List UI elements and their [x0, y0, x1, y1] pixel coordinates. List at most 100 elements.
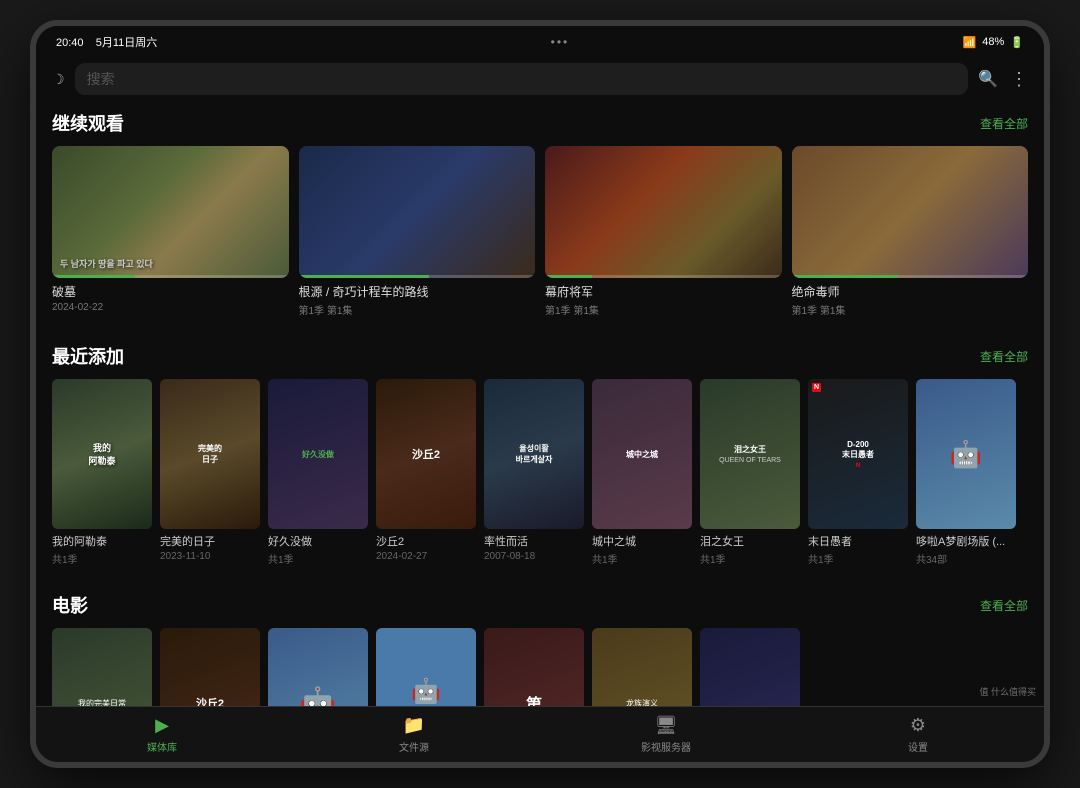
watermark: 值 什么值得买: [979, 685, 1036, 698]
recent-title-7: 泪之女王: [700, 533, 800, 549]
recent-item-7[interactable]: 泪之女王QUEEN OF TEARS 泪之女王 共1季: [700, 379, 800, 566]
recent-item-4[interactable]: 沙丘2 沙丘2 2024-02-27: [376, 379, 476, 566]
recent-title-3: 好久没做: [268, 533, 368, 549]
status-right: 📶 48% 🔋: [963, 36, 1024, 49]
tab-bar: ▶ 媒体库 📁 文件源 🖥 影视服务器 ⚙ 设置: [36, 706, 1044, 762]
recent-poster-5: 율성이활바르게살자: [484, 379, 584, 529]
recent-item-6[interactable]: 城中之城 城中之城 共1季: [592, 379, 692, 566]
doraemon-icon-standbyme: 🤖: [411, 677, 441, 706]
doraemon-icon-movie: 🤖: [299, 686, 336, 706]
recent-title-4: 沙丘2: [376, 533, 476, 549]
recent-sub-1: 共1季: [52, 551, 152, 566]
tab-media-label: 媒体库: [147, 739, 177, 754]
main-content: 继续观看 查看全部 ▶ 두 남자가 땅을 파고 있다: [36, 100, 1044, 706]
movie-poster-2: 沙丘2: [160, 628, 260, 706]
movie-poster-6: 龙族演义: [592, 628, 692, 706]
recent-item-2[interactable]: 完美的日子 完美的日子 2023-11-10: [160, 379, 260, 566]
tablet-frame: 20:40 5月11日周六 ••• 📶 48% 🔋 ☽ 搜索 🔍 ⋮: [30, 20, 1050, 768]
status-bar: 20:40 5月11日周六 ••• 📶 48% 🔋: [36, 26, 1044, 58]
continue-sub-1: 2024-02-22: [52, 302, 289, 313]
recent-sub-5: 2007-08-18: [484, 551, 584, 562]
movie-poster-5: 第: [484, 628, 584, 706]
recent-title-6: 城中之城: [592, 533, 692, 549]
movies-view-all[interactable]: 查看全部: [980, 597, 1028, 614]
movie-poster-3: 🤖: [268, 628, 368, 706]
recent-sub-6: 共1季: [592, 551, 692, 566]
continue-item-2[interactable]: ▶ 根源 / 奇巧计程车的路线 第1季 第1集: [299, 146, 536, 317]
progress-bar-2: [299, 275, 536, 278]
recent-sub-9: 共34部: [916, 551, 1016, 566]
search-bar: ☽ 搜索 🔍 ⋮: [36, 58, 1044, 100]
screen: 20:40 5月11日周六 ••• 📶 48% 🔋 ☽ 搜索 🔍 ⋮: [36, 26, 1044, 762]
recent-sub-2: 2023-11-10: [160, 551, 260, 562]
recent-item-8[interactable]: D-200末日愚者N N 末日愚者 共1季: [808, 379, 908, 566]
tab-settings[interactable]: ⚙ 设置: [878, 715, 958, 754]
recently-added-title: 最近添加: [52, 343, 124, 369]
continue-watching-view-all[interactable]: 查看全部: [980, 115, 1028, 132]
movies-header: 电影 查看全部: [52, 582, 1028, 618]
continue-title-3: 幕府将军: [545, 283, 782, 300]
movie-item-3[interactable]: 🤖 哆啦A梦: [268, 628, 368, 706]
search-icon[interactable]: 🔍: [978, 69, 998, 90]
continue-thumb-4: ▶: [792, 146, 1029, 278]
date-display: 5月11日周六: [96, 37, 158, 49]
wifi-icon: 📶: [963, 36, 977, 49]
movie-item-5[interactable]: 第 第: [484, 628, 584, 706]
continue-thumb-inner-1: ▶ 두 남자가 땅을 파고 있다: [52, 146, 289, 278]
search-input-container[interactable]: 搜索: [75, 63, 969, 95]
progress-fill-1: [52, 275, 135, 278]
netflix-badge-8: N: [812, 383, 821, 392]
recent-poster-6: 城中之城: [592, 379, 692, 529]
continue-item-1[interactable]: ▶ 두 남자가 땅을 파고 있다 破墓 2024-02-22: [52, 146, 289, 317]
recent-poster-8: D-200末日愚者N N: [808, 379, 908, 529]
tab-server[interactable]: 🖥 影视服务器: [626, 715, 706, 754]
tab-files-icon: 📁: [403, 715, 425, 736]
continue-watching-section: 继续观看 查看全部 ▶ 두 남자가 땅을 파고 있다: [52, 100, 1028, 317]
movies-section: 电影 查看全部 我的完美日常 我的完美日常: [52, 582, 1028, 706]
recent-item-1[interactable]: 我的阿勒泰 我的阿勒泰 共1季: [52, 379, 152, 566]
tab-files[interactable]: 📁 文件源: [374, 715, 454, 754]
continue-thumb-inner-4: ▶: [792, 146, 1029, 278]
movie-item-2[interactable]: 沙丘2 沙丘2: [160, 628, 260, 706]
battery-icon: 🔋: [1010, 36, 1024, 49]
recent-poster-9: 🤖: [916, 379, 1016, 529]
continue-item-1-label: 두 남자가 땅을 파고 있다: [60, 257, 281, 270]
status-center-dots: •••: [551, 35, 570, 49]
continue-title-4: 绝命毒师: [792, 283, 1029, 300]
continue-item-4[interactable]: ▶ 绝命毒师 第1季 第1集: [792, 146, 1029, 317]
recently-added-header: 最近添加 查看全部: [52, 333, 1028, 369]
recently-added-row: 我的阿勒泰 我的阿勒泰 共1季 完美的日子: [52, 379, 1028, 566]
recent-poster-7: 泪之女王QUEEN OF TEARS: [700, 379, 800, 529]
recent-poster-4: 沙丘2: [376, 379, 476, 529]
tab-server-icon: 🖥: [655, 715, 678, 736]
movie-item-4[interactable]: 🤖 STAND BY MECOLLECTION STAND BY ME COLL…: [376, 628, 476, 706]
recent-title-1: 我的阿勒泰: [52, 533, 152, 549]
recent-item-5[interactable]: 율성이활바르게살자 率性而活 2007-08-18: [484, 379, 584, 566]
recent-item-3[interactable]: 好久没做 好久没做 共1季: [268, 379, 368, 566]
continue-info-1: 破墓 2024-02-22: [52, 283, 289, 313]
time-display: 20:40: [56, 37, 84, 49]
continue-title-2: 根源 / 奇巧计程车的路线: [299, 283, 536, 300]
movie-item-1[interactable]: 我的完美日常 我的完美日常: [52, 628, 152, 706]
tab-media[interactable]: ▶ 媒体库: [122, 715, 202, 754]
recently-added-view-all[interactable]: 查看全部: [980, 348, 1028, 365]
search-action-icons: 🔍 ⋮: [978, 69, 1028, 90]
movie-poster-4: 🤖 STAND BY MECOLLECTION: [376, 628, 476, 706]
more-icon[interactable]: ⋮: [1010, 69, 1028, 90]
progress-fill-2: [299, 275, 429, 278]
recent-sub-4: 2024-02-27: [376, 551, 476, 562]
movies-title: 电影: [52, 592, 88, 618]
continue-item-3[interactable]: ▶ 幕府将军 第1季 第1集: [545, 146, 782, 317]
recent-title-9: 哆啦A梦剧场版 (...: [916, 533, 1016, 549]
continue-thumb-3: ▶: [545, 146, 782, 278]
movie-item-7[interactable]: [700, 628, 800, 706]
recent-title-5: 率性而活: [484, 533, 584, 549]
movie-item-6[interactable]: 龙族演义 龙族演义: [592, 628, 692, 706]
continue-sub-3: 第1季 第1集: [545, 302, 782, 317]
continue-thumb-inner-3: ▶: [545, 146, 782, 278]
doraemon-icon-recent: 🤖: [950, 439, 982, 470]
search-placeholder: 搜索: [87, 69, 115, 89]
movies-row: 我的完美日常 我的完美日常 沙丘2: [52, 628, 1028, 706]
continue-info-3: 幕府将军 第1季 第1集: [545, 283, 782, 317]
recent-item-9[interactable]: 🤖 哆啦A梦剧场版 (... 共34部: [916, 379, 1016, 566]
